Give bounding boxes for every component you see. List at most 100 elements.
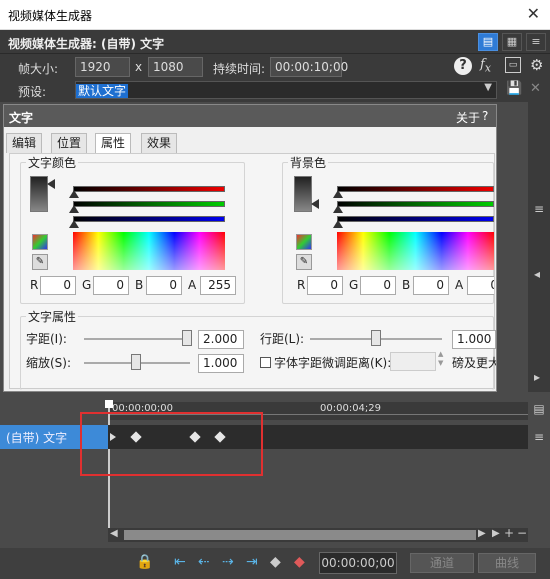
frame-width-field[interactable]: 1920 bbox=[75, 57, 130, 77]
view-grid-icon[interactable]: ▦ bbox=[502, 33, 522, 51]
zoom-out-icon[interactable]: − bbox=[517, 526, 527, 540]
bg-blue-thumb-icon[interactable] bbox=[333, 220, 343, 228]
prev-keyframe-icon[interactable]: ⇠ bbox=[198, 554, 210, 570]
text-eyedropper-icon[interactable]: ✎ bbox=[32, 254, 48, 270]
frame-size-label: 帧大小: bbox=[18, 62, 59, 76]
kerning-checkbox[interactable] bbox=[260, 357, 271, 368]
scroll-end-icon[interactable]: ▶ bbox=[492, 528, 500, 539]
sidebar-menu-icon[interactable]: ≡ bbox=[534, 202, 544, 216]
text-r-label: R bbox=[30, 278, 39, 292]
add-keyframe-icon[interactable]: ◆ bbox=[270, 554, 281, 570]
kerning-more-label: 磅及更大 bbox=[452, 356, 496, 370]
about-link[interactable]: 关于 bbox=[456, 109, 480, 126]
scroll-thumb[interactable] bbox=[124, 530, 476, 540]
text-blue-thumb-icon[interactable] bbox=[69, 220, 79, 228]
text-red-slider[interactable] bbox=[73, 186, 225, 192]
close-icon[interactable]: ✕ bbox=[527, 4, 540, 23]
bg-g-input[interactable]: 0 bbox=[360, 276, 396, 295]
preset-value: 默认文字 bbox=[76, 84, 129, 98]
channel-button[interactable]: 通道 bbox=[410, 553, 474, 573]
tab-effects[interactable]: 效果 bbox=[141, 133, 178, 153]
generator-title: 视频媒体生成器: (自带) 文字 bbox=[8, 37, 165, 51]
delete-keyframe-icon[interactable]: ◆ bbox=[294, 554, 305, 570]
zoom-in-icon[interactable]: + bbox=[504, 526, 514, 540]
text-b-label: B bbox=[135, 278, 144, 292]
text-props-label: 文字属性 bbox=[26, 308, 79, 325]
bg-a-input[interactable]: 0 bbox=[467, 276, 494, 295]
timeline-scrollbar[interactable]: ◀ ▶ ▶ + − bbox=[108, 526, 528, 542]
first-keyframe-icon[interactable]: ⇤ bbox=[174, 554, 186, 570]
sidebar-scroll-icon[interactable]: ▸ bbox=[534, 370, 540, 384]
window-titlebar: 视频媒体生成器 ✕ bbox=[0, 0, 550, 30]
bg-palette-icon[interactable] bbox=[296, 234, 312, 250]
scale-thumb[interactable] bbox=[131, 354, 141, 370]
bg-blue-slider[interactable] bbox=[337, 216, 494, 222]
bg-color-label: 背景色 bbox=[288, 154, 329, 171]
playhead-handle[interactable] bbox=[105, 400, 113, 408]
spacing-input[interactable]: 2.000 bbox=[198, 330, 244, 349]
bg-green-slider[interactable] bbox=[337, 201, 494, 207]
sidebar-scroll-up-icon[interactable]: ◂ bbox=[534, 267, 540, 281]
view-single-icon[interactable]: ▤ bbox=[478, 33, 498, 51]
text-r-input[interactable]: 0 bbox=[40, 276, 76, 295]
chevron-down-icon: ▼ bbox=[484, 82, 492, 93]
scroll-right-icon[interactable]: ▶ bbox=[478, 528, 486, 539]
text-palette-icon[interactable] bbox=[32, 234, 48, 250]
bg-b-input[interactable]: 0 bbox=[413, 276, 449, 295]
line-spacing-label: 行距(L): bbox=[260, 332, 305, 346]
tab-position[interactable]: 位置 bbox=[51, 133, 88, 153]
preset-dropdown[interactable]: 默认文字 ▼ bbox=[75, 81, 497, 99]
fx-icon[interactable]: fx bbox=[480, 57, 491, 75]
bg-r-input[interactable]: 0 bbox=[307, 276, 343, 295]
curve-button[interactable]: 曲线 bbox=[478, 553, 536, 573]
bg-eyedropper-icon[interactable]: ✎ bbox=[296, 254, 312, 270]
text-blue-slider[interactable] bbox=[73, 216, 225, 222]
window-title: 视频媒体生成器 bbox=[8, 9, 93, 23]
bg-red-thumb-icon[interactable] bbox=[333, 190, 343, 198]
ruler-menu-icon[interactable]: ▤ bbox=[528, 402, 550, 420]
spacing-thumb[interactable] bbox=[182, 330, 192, 346]
delete-preset-icon[interactable]: ✕ bbox=[530, 81, 541, 96]
text-green-thumb-icon[interactable] bbox=[69, 205, 79, 213]
next-keyframe-icon[interactable]: ⇢ bbox=[222, 554, 234, 570]
text-b-input[interactable]: 0 bbox=[146, 276, 182, 295]
bg-hue-picker[interactable] bbox=[337, 232, 494, 270]
bg-green-thumb-icon[interactable] bbox=[333, 205, 343, 213]
scroll-left-icon[interactable]: ◀ bbox=[110, 528, 118, 539]
line-spacing-thumb[interactable] bbox=[371, 330, 381, 346]
help-icon[interactable]: ? bbox=[454, 57, 472, 75]
scale-input[interactable]: 1.000 bbox=[198, 354, 244, 373]
bg-red-slider[interactable] bbox=[337, 186, 494, 192]
line-spacing-input[interactable]: 1.000 bbox=[452, 330, 496, 349]
text-red-thumb-icon[interactable] bbox=[69, 190, 79, 198]
frame-x-label: x bbox=[135, 60, 143, 74]
text-a-input[interactable]: 255 bbox=[200, 276, 236, 295]
save-preset-icon[interactable]: 💾 bbox=[506, 81, 522, 96]
highlight-box bbox=[80, 412, 263, 476]
monitor-icon[interactable]: ▭ bbox=[505, 57, 521, 73]
gear-icon[interactable]: ⚙ bbox=[530, 56, 543, 74]
bg-rgba-row: R 0 G 0 B 0 A 0 bbox=[297, 276, 494, 298]
timecode-field[interactable]: 00:00:00;00 bbox=[319, 552, 397, 574]
text-green-slider[interactable] bbox=[73, 201, 225, 207]
generator-header: 视频媒体生成器: (自带) 文字 ▤ ▦ ≡ bbox=[0, 30, 550, 54]
last-keyframe-icon[interactable]: ⇥ bbox=[246, 554, 258, 570]
text-g-input[interactable]: 0 bbox=[93, 276, 129, 295]
lock-icon[interactable]: 🔒 bbox=[136, 554, 153, 570]
view-list-icon[interactable]: ≡ bbox=[526, 33, 546, 51]
dialog-help-icon[interactable]: ? bbox=[482, 109, 488, 123]
spacing-label: 字距(I): bbox=[26, 332, 67, 346]
frame-height-field[interactable]: 1080 bbox=[148, 57, 203, 77]
kerning-label: 字体字距微调距离(K): bbox=[274, 356, 392, 370]
track-side-menu-icon[interactable]: ≡ bbox=[528, 420, 550, 528]
tab-properties[interactable]: 属性 bbox=[95, 133, 132, 154]
bottom-toolbar: 🔒 ⇤ ⇠ ⇢ ⇥ ◆ ◆ 00:00:00;00 通道 曲线 bbox=[0, 548, 550, 579]
text-g-label: G bbox=[82, 278, 92, 292]
text-hue-picker[interactable] bbox=[73, 232, 225, 270]
duration-field[interactable]: 00:00:10;00 bbox=[270, 57, 348, 77]
tab-edit[interactable]: 编辑 bbox=[6, 133, 43, 153]
kerning-spin-icon[interactable]: ▲ ▼ bbox=[438, 350, 443, 368]
kerning-input[interactable] bbox=[390, 352, 436, 371]
spacing-slider[interactable] bbox=[84, 338, 190, 340]
frame-size-row: 帧大小: 1920 x 1080 持续时间: 00:00:10;00 ? fx … bbox=[0, 54, 550, 80]
